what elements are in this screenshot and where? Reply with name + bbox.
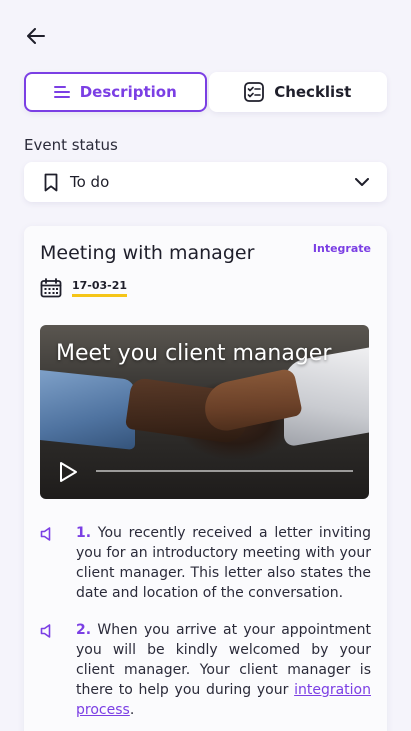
integrate-link[interactable]: Integrate (313, 242, 371, 255)
event-status-select[interactable]: To do (24, 162, 387, 202)
event-date: 17-03-21 (40, 278, 128, 298)
speaker-button[interactable] (40, 523, 76, 603)
chevron-down-icon (355, 177, 369, 186)
list-item: 1. You recently received a letter inviti… (40, 523, 371, 603)
lines-icon (53, 86, 70, 98)
bookmark-icon (44, 173, 58, 191)
event-date-text: 17-03-21 (72, 279, 128, 297)
tab-checklist[interactable]: Checklist (208, 72, 387, 112)
speaker-icon (40, 527, 51, 541)
step-number: 2. (76, 622, 92, 638)
steps-list: 1. You recently received a letter inviti… (40, 523, 371, 731)
step-text: 1. You recently received a letter inviti… (76, 523, 371, 603)
event-status-value: To do (70, 173, 110, 191)
step-text: 2. When you arrive at your appointment y… (76, 620, 371, 720)
video-thumbnail-part (40, 370, 135, 450)
tab-description-label: Description (79, 83, 177, 101)
speaker-button[interactable] (40, 620, 76, 720)
tab-bar: Description Checklist (24, 72, 387, 112)
video-progress-bar[interactable] (96, 470, 353, 472)
event-title: Meeting with manager (40, 242, 255, 264)
arrow-left-icon (27, 28, 45, 44)
tab-checklist-label: Checklist (274, 83, 352, 101)
play-icon[interactable] (58, 461, 78, 483)
video-title: Meet you client manager (56, 341, 332, 366)
checklist-icon (244, 82, 265, 102)
step-number: 1. (76, 525, 92, 541)
calendar-icon (40, 278, 62, 298)
step-body: You recently received a letter inviting … (76, 525, 371, 601)
back-button[interactable] (24, 24, 48, 48)
step-body-end: . (129, 702, 135, 718)
video-player[interactable]: Meet you client manager (40, 325, 369, 499)
tab-description[interactable]: Description (24, 72, 207, 112)
list-item: 2. When you arrive at your appointment y… (40, 620, 371, 720)
event-card: Meeting with manager Integrate 17-03-21 … (24, 226, 387, 731)
speaker-icon (40, 624, 51, 638)
event-status-label: Event status (24, 136, 118, 154)
